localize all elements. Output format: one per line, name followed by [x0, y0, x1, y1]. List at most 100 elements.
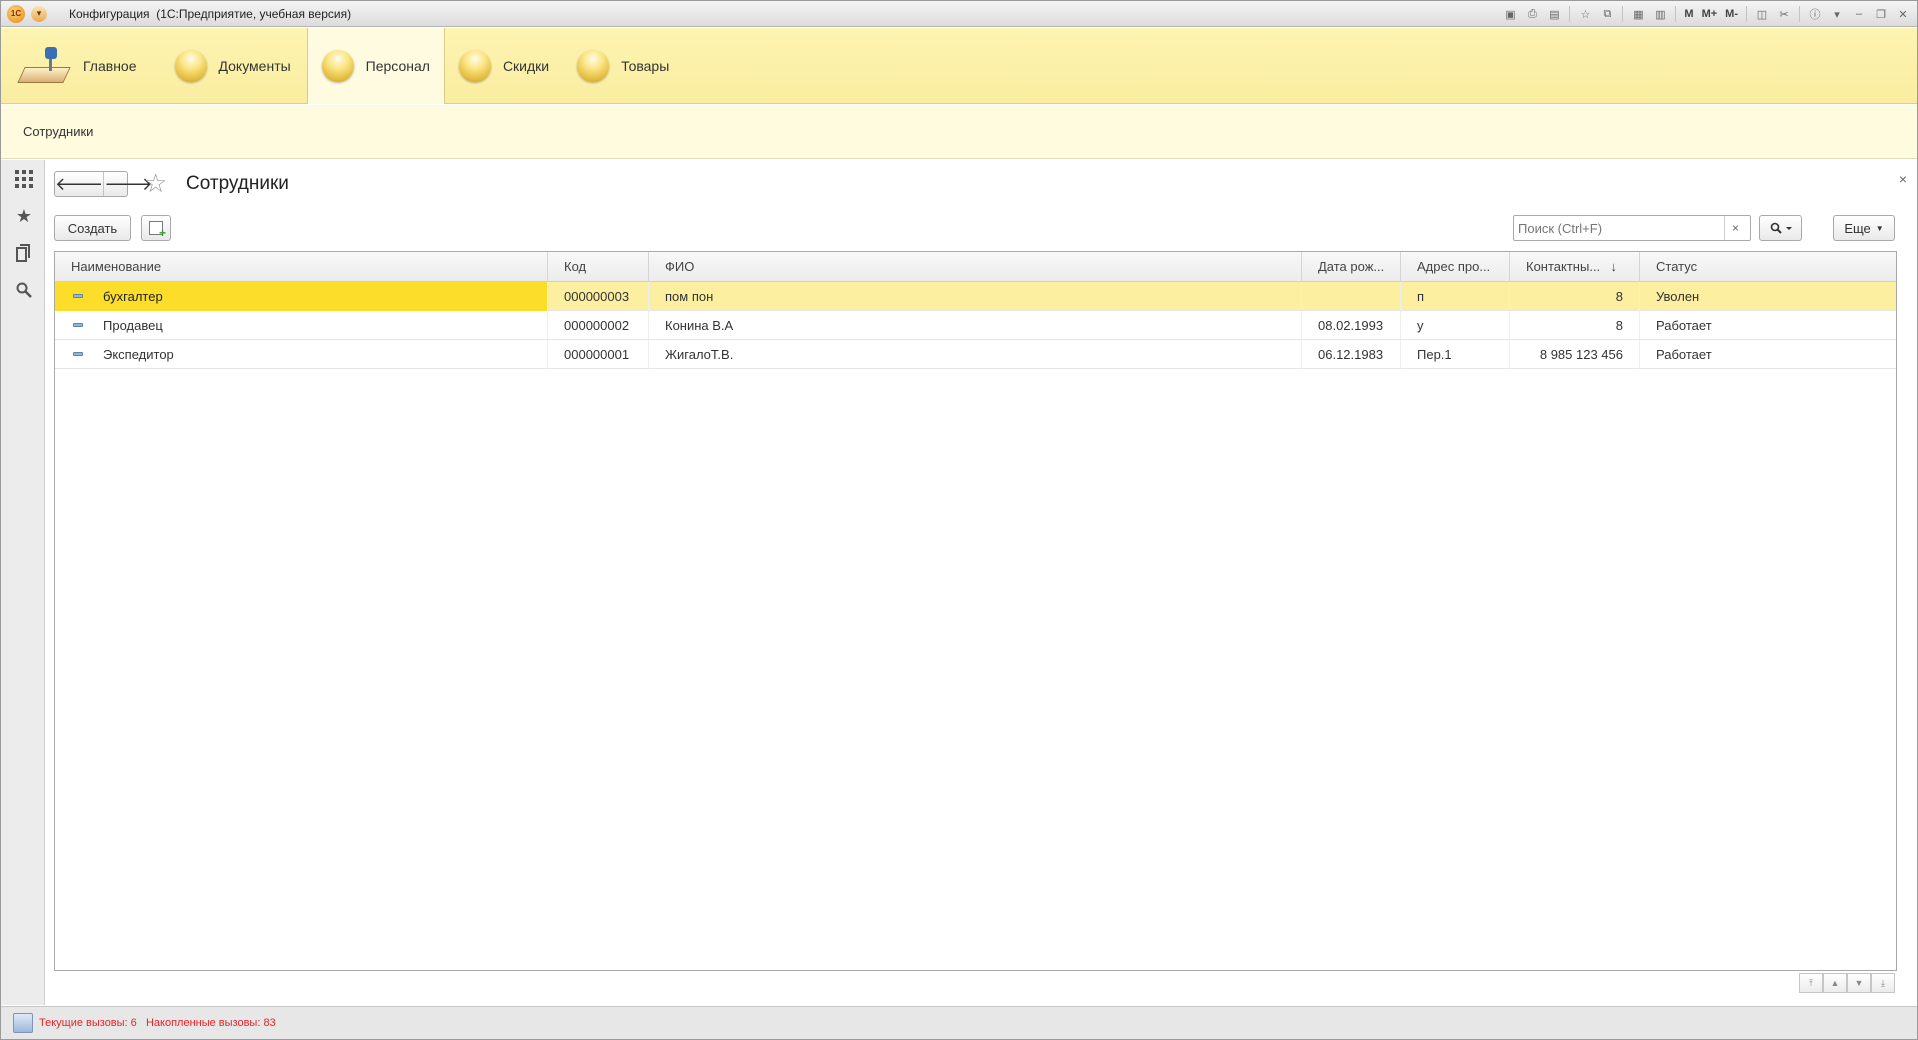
cell-name: Экспедитор — [55, 340, 548, 369]
more-button[interactable]: Еще ▼ — [1833, 215, 1895, 241]
chevron-down-icon[interactable]: ▾ — [1827, 4, 1847, 24]
section-documents[interactable]: Документы — [151, 28, 305, 104]
employees-link[interactable]: Сотрудники — [23, 124, 93, 139]
server-calls-icon[interactable] — [13, 1013, 33, 1033]
minimize-icon[interactable]: – — [1849, 4, 1869, 24]
scroll-up-icon[interactable]: ▲ — [1823, 973, 1847, 993]
save-icon[interactable]: ▣ — [1500, 4, 1520, 24]
section-personnel[interactable]: Персонал — [306, 28, 445, 104]
form-close-button[interactable]: × — [1899, 171, 1907, 187]
app-logo-icon[interactable]: 1С — [7, 4, 25, 23]
cell-contact: 8 985 123 456 — [1510, 340, 1640, 369]
print-icon[interactable]: ⎙ — [1522, 4, 1542, 24]
section-main[interactable]: Главное — [1, 28, 151, 104]
column-header-code[interactable]: Код — [548, 252, 649, 282]
cell-name: Продавец — [55, 311, 548, 340]
memory-button[interactable]: M — [1681, 4, 1696, 24]
create-button[interactable]: Создать — [54, 215, 131, 241]
history-icon[interactable] — [13, 242, 35, 264]
cell-contact: 8 — [1510, 311, 1640, 340]
panels-icon[interactable]: ◫ — [1752, 4, 1772, 24]
column-header-contact-label: Контактны... — [1526, 259, 1601, 274]
cell-name: бухгалтер — [55, 282, 548, 311]
cell-status: Уволен — [1656, 289, 1700, 304]
section-label: Скидки — [502, 58, 550, 74]
navigation-buttons: 🡐 🡒 — [54, 171, 153, 197]
table-row[interactable]: Продавец 000000002 Конина В.А 08.02.1993… — [55, 311, 1896, 340]
link-icon[interactable]: ⧉ — [1597, 4, 1617, 24]
favorite-star-icon[interactable]: ☆ — [144, 170, 167, 196]
column-header-birthdate[interactable]: Дата рож... — [1302, 252, 1401, 282]
chevron-down-icon: ▼ — [1875, 223, 1884, 233]
cell-birthdate: 06.12.1983 — [1302, 340, 1401, 369]
search-input[interactable] — [1514, 217, 1724, 239]
column-header-fio[interactable]: ФИО — [649, 252, 1302, 282]
employees-table[interactable]: Наименование Код ФИО Дата рож... Адрес п… — [54, 251, 1897, 971]
column-header-status[interactable]: Статус — [1640, 252, 1896, 282]
column-header-name[interactable]: Наименование — [55, 252, 548, 282]
table-row[interactable]: Экспедитор 000000001 ЖигалоТ.В. 06.12.19… — [55, 340, 1896, 369]
back-arrow-icon[interactable]: 🡐 — [55, 172, 103, 196]
window-title: Конфигурация (1С:Предприятие, учебная ве… — [69, 6, 352, 21]
favorites-add-icon[interactable]: ☆ — [1575, 4, 1595, 24]
search-dropdown-icon — [1770, 222, 1792, 234]
favorites-star-icon[interactable]: ★ — [13, 205, 35, 227]
separator — [1746, 6, 1747, 22]
section-discounts[interactable]: Скидки — [445, 28, 563, 104]
search-icon[interactable] — [13, 279, 35, 301]
memory-minus-button[interactable]: M- — [1722, 4, 1741, 24]
column-header-contact[interactable]: Контактны... ↓ — [1510, 252, 1640, 282]
table-header: Наименование Код ФИО Дата рож... Адрес п… — [55, 252, 1896, 282]
left-tool-panel: ★ — [1, 160, 45, 1005]
section-ball-icon — [577, 50, 610, 82]
section-label: Товары — [621, 58, 670, 74]
tools-icon[interactable]: ✂ — [1774, 4, 1794, 24]
functions-panel: Сотрудники — [1, 105, 1917, 159]
grid-menu-icon[interactable] — [13, 168, 35, 190]
employees-form: 🡐 🡒 ☆ Сотрудники × Создать × Еще ▼ Наиме… — [46, 160, 1917, 1005]
cell-code: 000000001 — [548, 340, 649, 369]
scroll-down-icon[interactable]: ▼ — [1847, 973, 1871, 993]
calculator-icon[interactable]: ▦ — [1628, 4, 1648, 24]
calendar-icon[interactable]: ▥ — [1650, 4, 1670, 24]
server-calls-text: Текущие вызовы: 6 Накопленные вызовы: 83 — [39, 1017, 276, 1029]
more-label: Еще — [1844, 220, 1871, 236]
cell-code: 000000003 — [548, 282, 649, 311]
cell-address: п — [1401, 282, 1510, 311]
info-icon[interactable]: ⓘ — [1805, 4, 1825, 24]
column-header-address[interactable]: Адрес про... — [1401, 252, 1510, 282]
cell-address: Пер.1 — [1401, 340, 1510, 369]
find-button[interactable] — [1759, 215, 1802, 241]
restore-icon[interactable]: ❐ — [1871, 4, 1891, 24]
cell-fio: ЖигалоТ.В. — [649, 340, 1302, 369]
sort-arrow-icon: ↓ — [1610, 259, 1618, 274]
scroll-top-icon[interactable]: ⤒ — [1799, 973, 1823, 993]
cell-birthdate: 08.02.1993 — [1302, 311, 1401, 340]
title-bar: 1С ▾ Конфигурация (1С:Предприятие, учебн… — [1, 1, 1917, 27]
separator — [1675, 6, 1677, 22]
section-ball-icon — [174, 50, 207, 82]
cell-fio: Конина В.А — [649, 311, 1302, 340]
preview-icon[interactable]: ▤ — [1544, 4, 1564, 24]
sections-panel: Главное Документы Персонал Скидки Товары — [1, 28, 1917, 104]
section-goods[interactable]: Товары — [563, 28, 683, 104]
main-menu-icon[interactable]: ▾ — [31, 5, 47, 22]
desk-lamp-icon — [17, 45, 71, 87]
cell-code: 000000002 — [548, 311, 649, 340]
section-ball-icon — [321, 50, 354, 82]
item-marker-icon — [73, 352, 83, 356]
app-window: 1С ▾ Конфигурация (1С:Предприятие, учебн… — [0, 0, 1918, 1040]
search-box: × — [1513, 215, 1751, 241]
table-row[interactable]: бухгалтер 000000003 пом пон п 8 Уволен — [55, 282, 1896, 311]
memory-plus-button[interactable]: M+ — [1699, 4, 1721, 24]
page-title: Сотрудники — [186, 173, 289, 194]
close-icon[interactable]: ✕ — [1893, 4, 1913, 24]
copy-button[interactable] — [141, 215, 171, 241]
section-label: Персонал — [365, 58, 430, 74]
cell-status: Работает — [1656, 318, 1712, 333]
scroll-bottom-icon[interactable]: ⤓ — [1871, 973, 1895, 993]
section-ball-icon — [458, 50, 491, 82]
title-toolbar: ▣ ⎙ ▤ ☆ ⧉ ▦ ▥ M M+ M- ◫ ✂ ⓘ ▾ – ❐ ✕ — [1500, 1, 1913, 27]
cell-birthdate — [1302, 282, 1401, 311]
clear-search-button[interactable]: × — [1724, 216, 1746, 240]
